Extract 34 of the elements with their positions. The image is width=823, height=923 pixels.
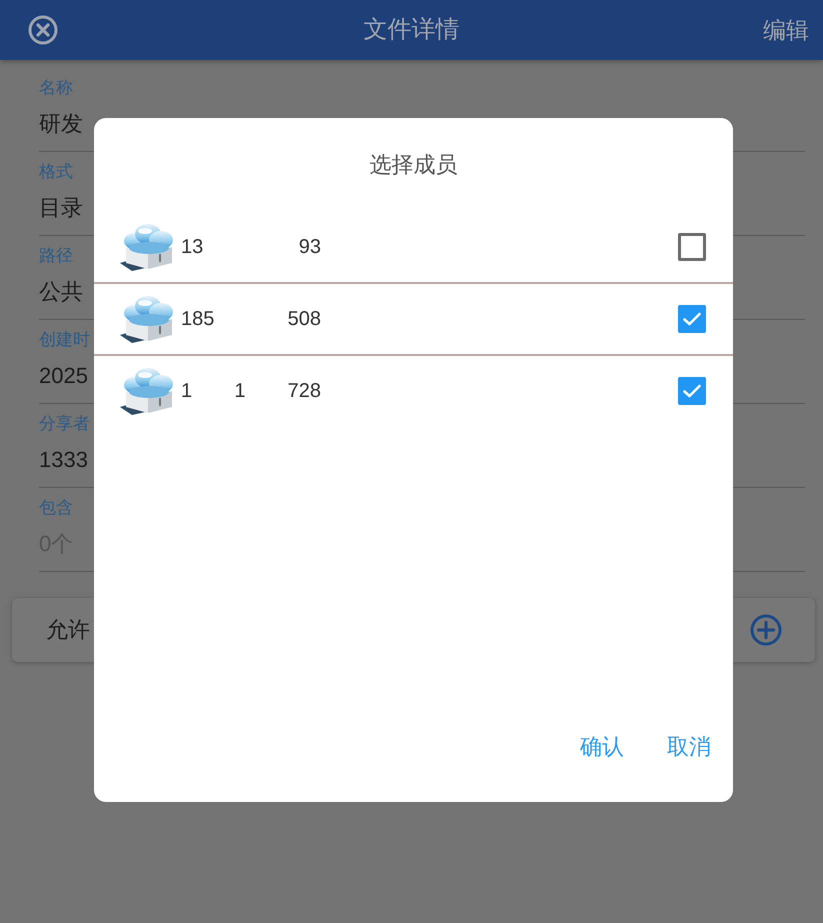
dialog-title: 选择成员 [370,151,458,179]
member-number-fragment: 185 [181,307,214,332]
field-label: 分享者 [39,414,90,434]
field-value: 2025 [39,362,88,390]
field-value: 目录 [39,194,83,222]
dialog-button[interactable]: 取消 [657,728,721,766]
card-label: 允许 [46,616,90,644]
member-number-fragment: 1 [234,379,246,404]
member-checkbox[interactable] [678,377,706,405]
member-checkbox[interactable] [678,233,706,261]
field-label: 包含 [39,498,73,518]
close-icon[interactable] [28,15,58,45]
field-label: 路径 [39,246,73,266]
field-value: 研发 [39,110,83,138]
field-value: 1333 [39,446,88,474]
member-number-fragment: 13 [181,235,204,260]
member-checkbox[interactable] [678,305,706,333]
add-icon[interactable] [750,614,782,646]
member-number-fragment: 1 [181,379,192,404]
cloud-box-icon [120,223,174,271]
cloud-box-icon [120,367,174,415]
member-number-fragment: 93 [298,235,321,260]
field-value: 公共 [39,278,83,306]
member-number-fragment: 728 [288,379,321,404]
checkmark-icon [683,384,701,398]
dialog-button[interactable]: 确认 [570,728,634,766]
field-label: 名称 [39,78,73,98]
field-label: 格式 [39,162,73,182]
checkmark-icon [683,312,701,326]
edit-button[interactable]: 编辑 [763,15,809,45]
cloud-box-icon [120,295,174,343]
member-number-fragment: 508 [288,307,321,332]
field-label: 创建时 [39,330,90,350]
page-title: 文件详情 [364,15,460,45]
